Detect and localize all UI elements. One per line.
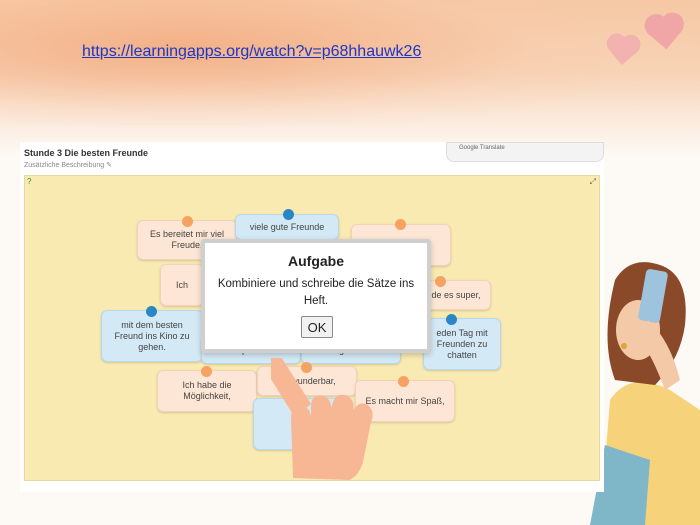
fullscreen-icon[interactable]: ⤢ [590,177,596,187]
dialog-title: Aufgabe [288,253,344,269]
google-translate-label: Google Translate [459,145,505,151]
watercolor-decoration [0,0,600,125]
card[interactable]: eden Tag mit Freunden zu chatten [423,318,501,370]
ok-button[interactable]: OK [301,316,333,338]
card-pin [435,276,446,287]
card[interactable]: Ich [160,264,204,306]
learningapps-link[interactable]: https://learningapps.org/watch?v=p68hhau… [82,42,422,62]
card-pin [398,376,409,387]
card-pin [446,314,457,325]
card-pin [201,366,212,377]
card-pin [182,216,193,227]
card-pin [283,209,294,220]
pointing-hand-icon [271,358,373,480]
app-subtitle: Zusätzliche Beschreibung ✎ [24,162,112,169]
app-screenshot: Stunde 3 Die besten Freunde Zusätzliche … [20,142,604,492]
card[interactable]: de es super, [421,280,491,310]
edit-pencil-icon[interactable]: ✎ [106,162,112,169]
google-translate-widget[interactable]: Google Translate [446,142,604,162]
matching-board: ? ⤢ Es bereitet mir viel Freude, viele g… [24,175,600,481]
card[interactable]: mit dem besten Freund ins Kino zu gehen. [101,310,203,362]
dialog-text: Kombiniere und schreibe die Sätze ins He… [217,278,415,307]
card-pin [146,306,157,317]
card-pin [395,219,406,230]
task-dialog: Aufgabe Kombiniere und schreibe die Sätz… [201,239,431,353]
help-icon[interactable]: ? [27,177,31,187]
app-title: Stunde 3 Die besten Freunde [24,148,149,158]
